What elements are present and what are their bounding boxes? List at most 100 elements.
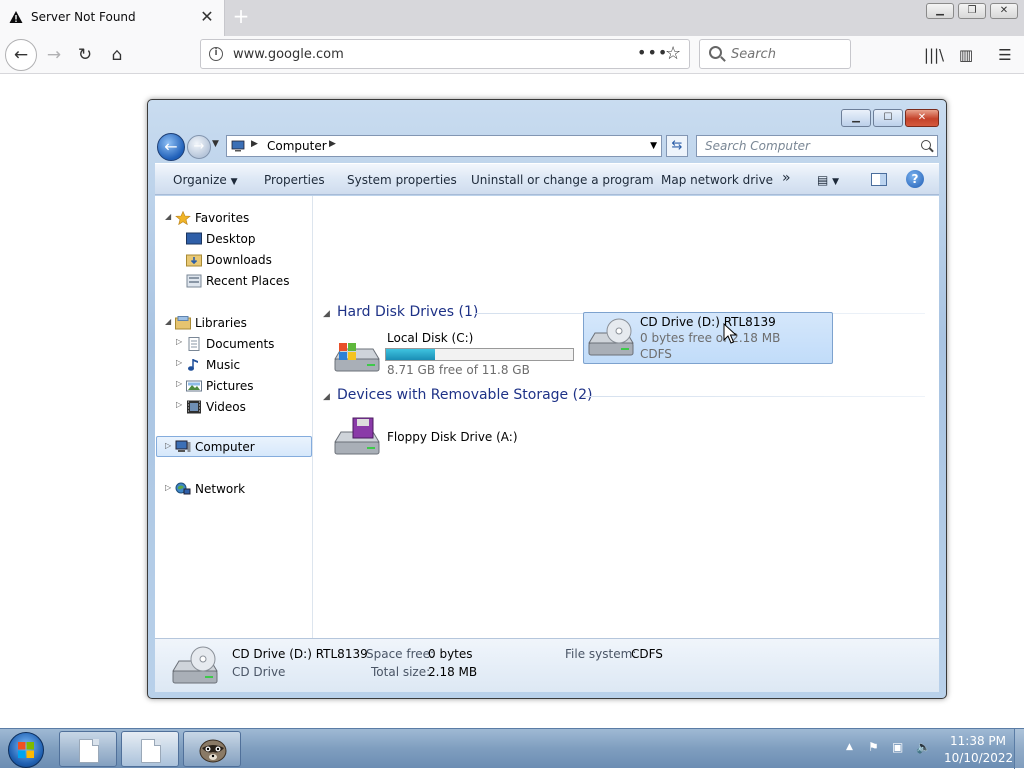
details-total-value: 2.18 MB: [428, 665, 478, 679]
start-button[interactable]: [8, 732, 44, 768]
show-desktop-button[interactable]: [1014, 729, 1024, 769]
new-tab-button[interactable]: +: [230, 5, 252, 29]
explorer-back-button[interactable]: ←: [157, 133, 185, 161]
drive-a-tile[interactable]: Floppy Disk Drive (A:): [325, 412, 575, 464]
drive-c-space: 8.71 GB free of 11.8 GB: [387, 363, 530, 377]
address-dropdown-icon[interactable]: ▼: [650, 141, 657, 151]
volume-muted-icon[interactable]: 🔈: [916, 740, 931, 754]
computer-icon: [231, 140, 245, 152]
page-actions-icon[interactable]: •••: [637, 43, 668, 62]
library-icon[interactable]: |||\: [921, 41, 947, 69]
expand-icon[interactable]: ▷: [176, 400, 182, 409]
browser-minimize-button[interactable]: ▁: [926, 3, 954, 19]
explorer-close-button[interactable]: ✕: [905, 109, 939, 127]
explorer-search-placeholder[interactable]: Search Computer: [705, 139, 810, 153]
expand-icon[interactable]: ▷: [176, 379, 182, 388]
explorer-maximize-button[interactable]: ☐: [873, 109, 903, 127]
explorer-minimize-button[interactable]: ▁: [841, 109, 871, 127]
drive-d-tile[interactable]: CD Drive (D:) RTL8139 0 bytes free of 2.…: [583, 312, 833, 364]
forward-button[interactable]: →: [40, 41, 68, 69]
system-properties-button[interactable]: System properties: [347, 173, 457, 187]
map-network-drive-button[interactable]: Map network drive: [661, 173, 773, 187]
search-icon[interactable]: [921, 140, 931, 150]
browser-toolbar: ← → ↻ ⌂ i www.google.com ••• ☆ Search ||…: [0, 36, 1024, 74]
back-button[interactable]: ←: [5, 39, 37, 71]
libraries-icon: [175, 316, 191, 330]
hard-drive-icon: [334, 343, 380, 372]
browser-tab[interactable]: Server Not Found ✕: [0, 0, 225, 36]
mouse-cursor-icon: [723, 323, 737, 344]
browser-search-box[interactable]: Search: [699, 39, 851, 69]
browser-restore-button[interactable]: ❐: [958, 3, 986, 19]
warning-icon: [9, 11, 23, 23]
capacity-fill: [386, 349, 435, 360]
url-text[interactable]: www.google.com: [233, 47, 344, 62]
taskbar-app-explorer[interactable]: [121, 731, 179, 767]
downloads-folder-icon: [186, 253, 202, 267]
nav-label: Documents: [206, 337, 275, 351]
url-bar[interactable]: i www.google.com ••• ☆: [200, 39, 690, 69]
drive-d-name: CD Drive (D:) RTL8139: [640, 315, 776, 329]
drive-a-name: Floppy Disk Drive (A:): [387, 430, 518, 444]
clock-time[interactable]: 11:38 PM: [950, 734, 1006, 748]
show-hidden-icons-icon[interactable]: ▲: [846, 742, 853, 752]
expand-icon[interactable]: ▷: [165, 441, 171, 450]
action-center-flag-icon[interactable]: ⚑: [868, 740, 879, 754]
collapse-group-icon[interactable]: ◢: [323, 309, 330, 319]
chevron-down-icon: ▼: [230, 177, 238, 187]
preview-pane-icon[interactable]: [871, 173, 887, 189]
recent-places-icon: [186, 274, 202, 288]
browser-close-button[interactable]: ✕: [990, 3, 1018, 19]
menu-icon[interactable]: ☰: [992, 41, 1018, 69]
change-view-icon[interactable]: ▤ ▼: [817, 173, 839, 187]
cd-drive-icon: [172, 646, 218, 684]
drive-d-filesystem: CDFS: [640, 347, 672, 361]
organize-button[interactable]: Organize ▼: [173, 173, 238, 187]
nav-label: Favorites: [195, 211, 250, 225]
network-icon: [175, 482, 191, 496]
recent-pages-dropdown-icon[interactable]: ▼: [212, 139, 219, 149]
details-name: CD Drive (D:) RTL8139: [232, 647, 368, 661]
documents-icon: [186, 337, 202, 351]
reload-button[interactable]: ↻: [71, 41, 99, 69]
uninstall-program-button[interactable]: Uninstall or change a program: [471, 173, 654, 187]
organize-label: Organize: [173, 173, 227, 187]
collapse-group-icon[interactable]: ◢: [323, 392, 330, 402]
explorer-forward-button[interactable]: →: [187, 135, 211, 159]
sidebar-icon[interactable]: ▥: [953, 41, 979, 69]
network-warning-icon[interactable]: ▣: [892, 740, 903, 754]
group-hard-disk-drives[interactable]: Hard Disk Drives (1): [337, 304, 478, 320]
expand-libraries-icon[interactable]: ◢: [165, 317, 171, 326]
windows-logo-icon: [18, 742, 34, 758]
group-removable-storage[interactable]: Devices with Removable Storage (2): [337, 387, 592, 403]
nav-label: Desktop: [206, 232, 256, 246]
taskbar-app-document[interactable]: [59, 731, 117, 767]
properties-button[interactable]: Properties: [264, 173, 325, 187]
explorer-body: ◢ Favorites Desktop Downloads Recent Pla…: [155, 196, 939, 638]
refresh-icon[interactable]: ⇆: [666, 135, 688, 157]
expand-icon[interactable]: ▷: [165, 483, 171, 492]
music-icon: [186, 358, 202, 372]
expand-icon[interactable]: ▷: [176, 358, 182, 367]
browser-search-placeholder[interactable]: Search: [731, 47, 776, 62]
content-scrollbar[interactable]: [932, 196, 939, 638]
address-bar[interactable]: ▶ Computer ▶ ▼: [226, 135, 662, 157]
bookmark-star-icon[interactable]: ☆: [665, 43, 681, 64]
explorer-search-box[interactable]: Search Computer: [696, 135, 938, 157]
address-crumb-computer[interactable]: Computer: [267, 139, 327, 153]
site-info-icon[interactable]: i: [209, 47, 223, 61]
nav-label: Libraries: [195, 316, 247, 330]
taskbar: ▲ ⚑ ▣ 🔈 11:38 PM 10/10/2022: [0, 728, 1024, 769]
expand-favorites-icon[interactable]: ◢: [165, 212, 171, 221]
address-separator-icon[interactable]: ▶: [329, 139, 336, 149]
more-commands-button[interactable]: »: [782, 170, 791, 186]
clock-date[interactable]: 10/10/2022: [944, 751, 1013, 765]
nav-label: Pictures: [206, 379, 254, 393]
expand-icon[interactable]: ▷: [176, 337, 182, 346]
close-tab-icon[interactable]: ✕: [198, 6, 216, 28]
help-icon[interactable]: ?: [906, 170, 924, 188]
home-button[interactable]: ⌂: [103, 41, 131, 69]
taskbar-app-firefox[interactable]: [183, 731, 241, 767]
videos-icon: [186, 400, 202, 414]
address-separator-icon[interactable]: ▶: [251, 139, 258, 149]
